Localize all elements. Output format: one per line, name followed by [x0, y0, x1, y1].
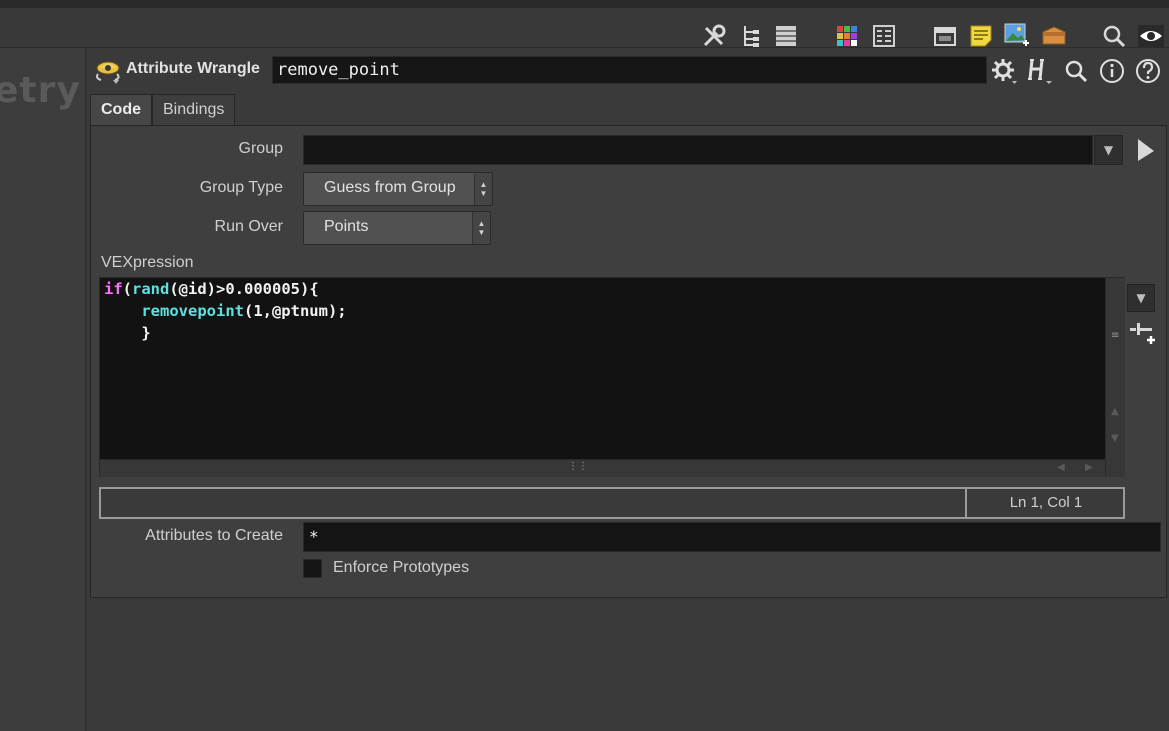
color-palette-icon[interactable] [833, 22, 861, 50]
run-over-label: Run Over [214, 218, 283, 235]
attributes-to-create-field[interactable]: * [303, 522, 1161, 552]
editor-vertical-scrollbar[interactable]: ≡ ▲ ▼ [1105, 278, 1125, 477]
group-dropdown-button[interactable]: ▼ [1094, 135, 1123, 165]
parameter-pane: Attribute Wrangle remove_point Code Bind… [87, 48, 1169, 731]
parameter-tabs: Code Bindings [90, 94, 236, 125]
search-icon[interactable] [1100, 22, 1128, 50]
wrangle-node-icon[interactable] [93, 56, 123, 86]
run-over-value: Points [324, 218, 369, 235]
tab-code[interactable]: Code [90, 94, 152, 125]
code-line[interactable]: if(rand(@id)>0.000005){ [104, 278, 347, 300]
code-line[interactable]: removepoint(1,@ptnum); [104, 300, 347, 322]
code-token: (1,@ptnum); [243, 302, 347, 320]
code-line[interactable]: } [104, 322, 347, 344]
enforce-prototypes-checkbox[interactable] [303, 559, 322, 578]
parameter-grid-icon[interactable] [870, 22, 898, 50]
network-box-icon[interactable] [931, 22, 959, 50]
tab-bindings[interactable]: Bindings [152, 94, 236, 125]
info-icon[interactable] [1097, 57, 1127, 85]
code-tab-panel: Group ▼ Group Type Guess from Group ▲ ▼ R… [90, 125, 1167, 598]
background-image-icon[interactable] [1003, 22, 1031, 50]
visibility-eye-icon[interactable] [1137, 22, 1165, 50]
select-arrow-icon[interactable] [1134, 137, 1158, 163]
enforce-prototypes-label: Enforce Prototypes [333, 559, 470, 576]
editor-horizontal-scrollbar[interactable]: ⋮⋮ ◀ ▶ [100, 459, 1105, 477]
tree-view-icon[interactable] [737, 22, 765, 50]
create-spare-parms-icon[interactable] [1128, 319, 1156, 347]
group-type-menu[interactable]: Guess from Group ▲ ▼ [303, 172, 493, 206]
code-token: ( [122, 280, 133, 298]
group-type-value: Guess from Group [324, 179, 456, 196]
network-pane-edge: etry [0, 48, 86, 731]
sticky-note-icon[interactable] [967, 22, 995, 50]
scroll-up-icon[interactable]: ▲ [1111, 406, 1119, 417]
subnet-box-icon[interactable] [1040, 22, 1068, 50]
gear-icon[interactable] [989, 57, 1019, 85]
group-label: Group [238, 140, 283, 157]
help-icon[interactable] [1133, 57, 1163, 85]
scroll-down-icon[interactable]: ▼ [1111, 433, 1119, 444]
cursor-position: Ln 1, Col 1 [1009, 494, 1083, 511]
code-token: } [104, 324, 151, 342]
houdini-help-icon[interactable] [1025, 57, 1055, 85]
scroll-right-icon[interactable]: ▶ [1085, 462, 1093, 473]
network-path-label: etry [0, 70, 81, 111]
node-name-field[interactable]: remove_point [272, 56, 987, 84]
houdini-parameter-window: etry Attribute Wrangle remove_point Code… [0, 0, 1169, 731]
tools-icon[interactable] [700, 22, 728, 50]
pane-toolbar [0, 0, 1169, 48]
updown-arrows-icon: ▲ ▼ [472, 212, 490, 244]
code-keyword: if [104, 280, 123, 298]
search-icon[interactable] [1061, 57, 1091, 85]
vex-code-text[interactable]: if(rand(@id)>0.000005){ removepoint(1,@p… [104, 278, 347, 344]
node-type-label: Attribute Wrangle [126, 60, 260, 77]
scroll-grip-icon: ≡ [1111, 330, 1120, 341]
editor-message-area [101, 489, 967, 517]
node-header: Attribute Wrangle remove_point [87, 54, 1169, 86]
code-function: removepoint [141, 302, 244, 320]
chevron-down-icon: ▼ [1136, 291, 1146, 305]
attributes-to-create-label: Attributes to Create [145, 527, 283, 544]
editor-status-bar: Ln 1, Col 1 [99, 487, 1125, 519]
scroll-grip-icon: ⋮⋮ [568, 461, 588, 472]
vex-code-editor[interactable]: if(rand(@id)>0.000005){ removepoint(1,@p… [99, 277, 1125, 477]
scroll-left-icon[interactable]: ◀ [1057, 462, 1065, 473]
group-field[interactable] [303, 135, 1093, 165]
vexpression-label: VEXpression [101, 254, 194, 271]
group-type-label: Group Type [199, 179, 283, 196]
code-token: (@id)>0.000005){ [169, 280, 319, 298]
run-over-menu[interactable]: Points ▲ ▼ [303, 211, 491, 245]
updown-arrows-icon: ▲ ▼ [474, 173, 492, 205]
chevron-down-icon: ▼ [1103, 143, 1114, 157]
code-function: rand [132, 280, 170, 298]
list-view-icon[interactable] [772, 22, 800, 50]
snippet-menu-button[interactable]: ▼ [1127, 284, 1155, 312]
